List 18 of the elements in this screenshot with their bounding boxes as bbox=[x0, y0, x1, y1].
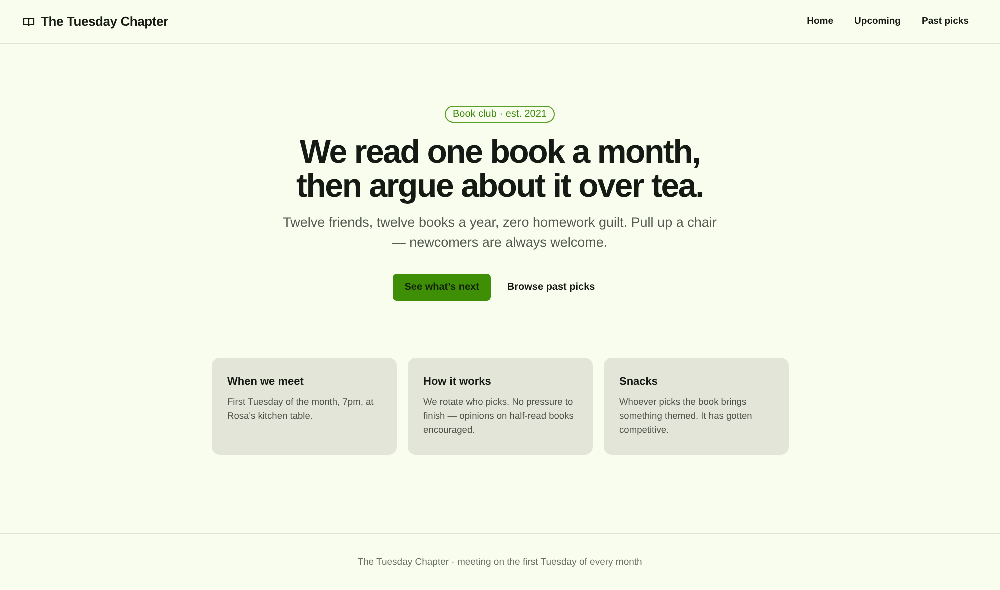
primary-button[interactable]: See what’s next bbox=[392, 274, 492, 301]
headline: then argue about it over tea. bbox=[296, 169, 704, 203]
card-title: How it works bbox=[424, 376, 492, 388]
footer-text: The Tuesday Chapter · meeting on the first Tuesday of every month bbox=[358, 557, 642, 568]
secondary-button[interactable]: Browse past picks bbox=[495, 274, 608, 301]
brand-name[interactable]: The Tuesday Chapter bbox=[41, 14, 168, 29]
card-title: Snacks bbox=[620, 376, 660, 388]
nav-link[interactable]: Upcoming bbox=[854, 16, 901, 27]
nav-link[interactable]: Past picks bbox=[922, 16, 969, 27]
badge: Book club · est. 2021 bbox=[445, 106, 555, 123]
card-text: First Tuesday of the month, 7pm, at Rosa's kitchen table. bbox=[228, 396, 375, 423]
card-text: Whoever picks the book brings something themed. It has gotten competitive. bbox=[620, 396, 754, 437]
hero-subtitle: Twelve friends, twelve books a year, zero homework guilt. Pull up a chair — newcomers are always welcome. bbox=[282, 214, 718, 252]
book-icon bbox=[23, 16, 35, 26]
card-title: When we meet bbox=[228, 376, 305, 388]
nav-link[interactable]: Home bbox=[807, 16, 834, 27]
card-text: We rotate who picks. No pressure to finish — opinions on half-read books encouraged. bbox=[424, 396, 575, 437]
headline: We read one book a month, bbox=[298, 135, 702, 169]
